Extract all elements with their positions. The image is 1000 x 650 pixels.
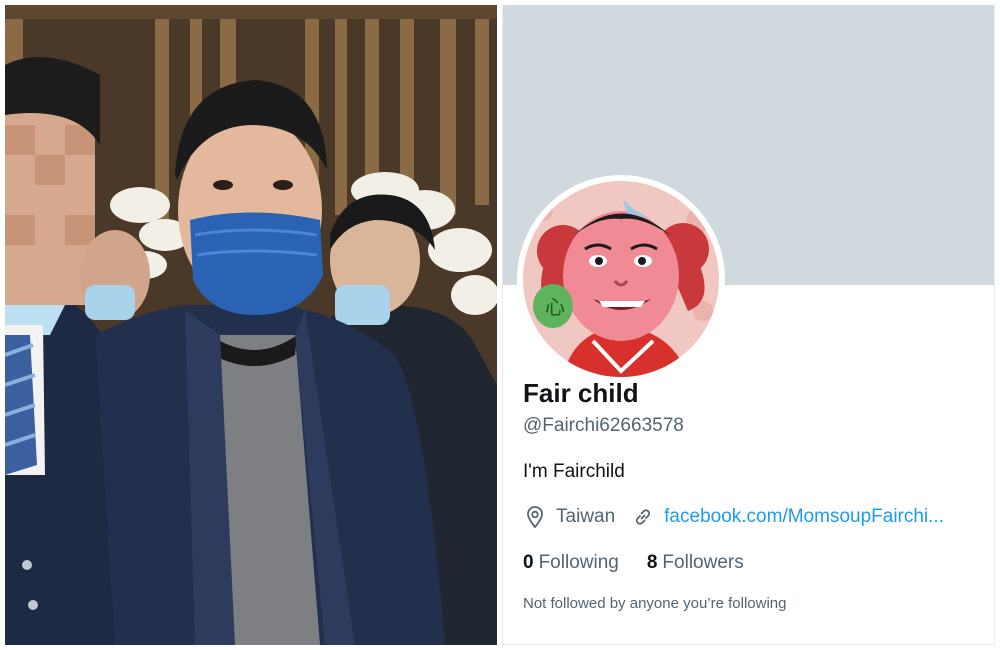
followers-count-link[interactable]: 8 Followers: [647, 552, 744, 574]
profile-avatar[interactable]: 心: [517, 175, 725, 383]
twitter-profile-card: 心 Fair child @Fairchi62663578 I'm Fairch…: [502, 5, 995, 645]
profile-location: Taiwan: [523, 505, 615, 529]
profile-bio: I'm Fairchild: [523, 461, 625, 482]
profile-meta-row: Taiwan facebook.com/MomsoupFairchi...: [523, 504, 944, 530]
profile-handle: @Fairchi62663578: [523, 415, 684, 436]
link-icon: [631, 505, 655, 529]
profile-website[interactable]: facebook.com/MomsoupFairchi...: [631, 505, 944, 529]
following-count: 0: [523, 552, 534, 573]
svg-text:心: 心: [545, 295, 565, 319]
followed-by-note: Not followed by anyone you’re following: [523, 595, 787, 612]
following-label: Following: [538, 552, 619, 573]
news-photo: [5, 5, 497, 645]
followers-count: 8: [646, 552, 658, 573]
display-name: Fair child: [523, 378, 639, 408]
follow-counts: 0 Following 8 Followers: [523, 550, 744, 576]
following-count-link[interactable]: 0 Following: [523, 552, 619, 574]
website-link[interactable]: facebook.com/MomsoupFairchi...: [664, 506, 944, 528]
followers-label: Followers: [662, 552, 744, 573]
location-pin-icon: [523, 505, 547, 529]
location-label: Taiwan: [556, 506, 616, 527]
